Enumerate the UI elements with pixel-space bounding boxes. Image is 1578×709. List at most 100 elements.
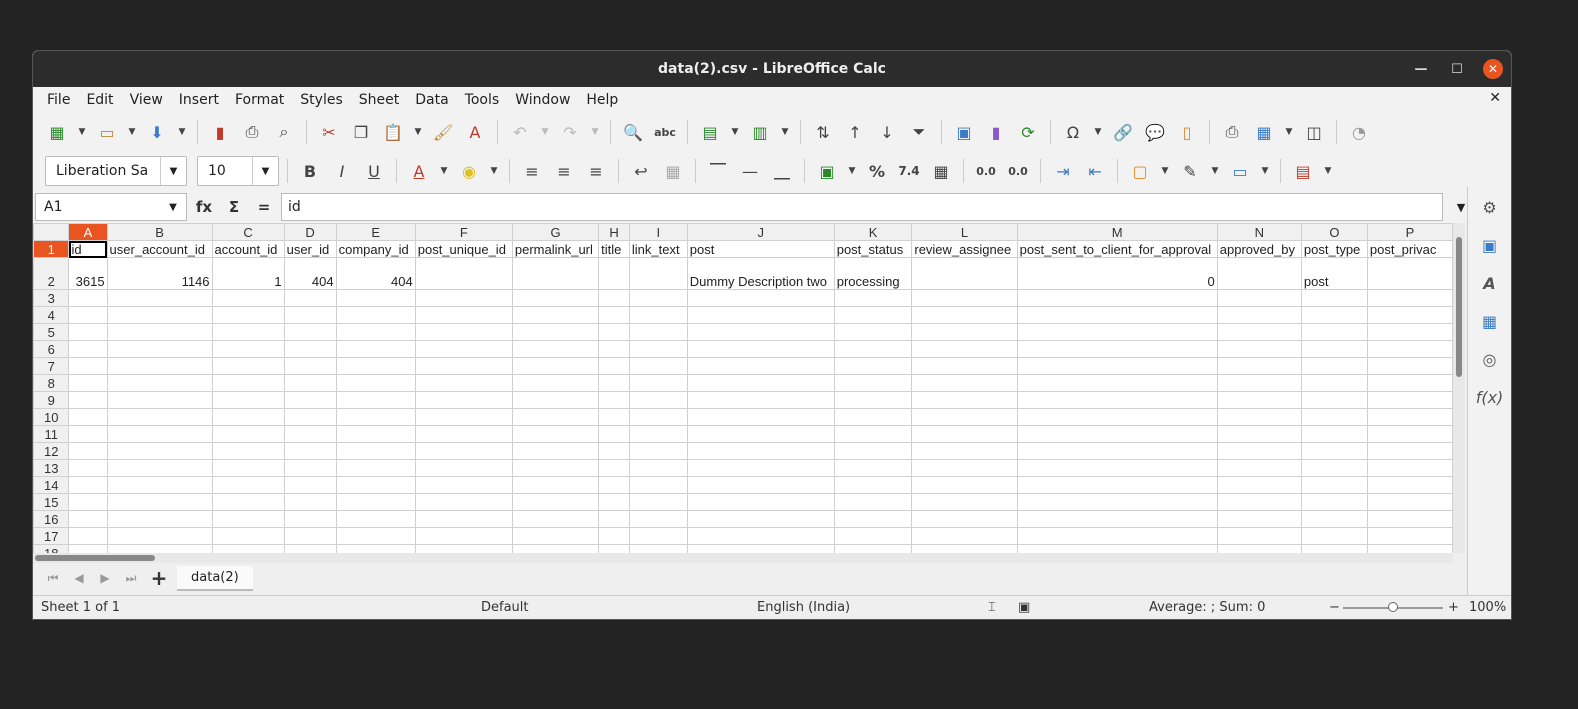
cell[interactable] — [283, 408, 337, 426]
cell[interactable] — [598, 493, 630, 511]
cell[interactable] — [68, 340, 108, 358]
cell[interactable] — [68, 527, 108, 545]
row-header[interactable]: 1 — [33, 240, 70, 258]
cell[interactable] — [1366, 357, 1453, 375]
cell[interactable] — [628, 476, 688, 494]
spelling-icon[interactable]: abc — [651, 118, 679, 146]
row-header[interactable]: 6 — [33, 340, 70, 358]
cell[interactable]: post_unique_id — [414, 240, 513, 258]
column-header[interactable]: E — [335, 223, 416, 241]
name-box[interactable]: A1 ▼ — [35, 193, 187, 221]
cell[interactable] — [1216, 476, 1302, 494]
cell[interactable] — [106, 442, 213, 460]
cell[interactable] — [598, 391, 630, 409]
cell[interactable] — [628, 493, 688, 511]
border-color-dropdown-icon[interactable]: ▼ — [1258, 157, 1272, 185]
cell[interactable] — [511, 306, 600, 324]
undo-dropdown-icon[interactable]: ▼ — [538, 118, 552, 146]
cell[interactable] — [511, 340, 600, 358]
special-character-icon[interactable]: Ω — [1059, 118, 1087, 146]
cell[interactable] — [628, 510, 688, 528]
bold-icon[interactable]: B — [296, 157, 324, 185]
cell[interactable] — [335, 289, 416, 307]
column-header[interactable]: O — [1300, 223, 1368, 241]
cell[interactable] — [598, 340, 630, 358]
sort-ascending-icon[interactable]: ↑ — [841, 118, 869, 146]
cell[interactable] — [414, 306, 513, 324]
cell[interactable] — [598, 323, 630, 341]
cell[interactable]: post_sent_to_client_for_approval — [1016, 240, 1218, 258]
cell[interactable] — [511, 374, 600, 392]
close-window-button[interactable]: ✕ — [1483, 59, 1503, 79]
cell[interactable] — [1216, 493, 1302, 511]
cell[interactable] — [414, 391, 513, 409]
cell[interactable] — [833, 408, 913, 426]
cell[interactable] — [598, 289, 630, 307]
cell[interactable] — [1366, 306, 1453, 324]
cell[interactable] — [911, 374, 1018, 392]
cell[interactable] — [211, 374, 285, 392]
row-header[interactable]: 9 — [33, 391, 70, 409]
horizontal-scrollbar[interactable] — [33, 553, 1453, 563]
cell[interactable] — [911, 323, 1018, 341]
cell[interactable] — [211, 323, 285, 341]
cell[interactable] — [1300, 340, 1368, 358]
properties-icon[interactable]: ⚙ — [1478, 195, 1502, 219]
cell[interactable] — [335, 493, 416, 511]
cell[interactable] — [598, 476, 630, 494]
cell[interactable] — [1016, 476, 1218, 494]
cell[interactable] — [911, 527, 1018, 545]
column-icon[interactable]: ▥ — [746, 118, 774, 146]
menu-format[interactable]: Format — [227, 92, 292, 108]
cell[interactable] — [1366, 425, 1453, 443]
cell[interactable] — [68, 459, 108, 477]
cell[interactable] — [68, 374, 108, 392]
page-style-text[interactable]: Default — [481, 600, 529, 615]
border-style-dropdown-icon[interactable]: ▼ — [1208, 157, 1222, 185]
cell[interactable] — [335, 544, 416, 553]
cell[interactable] — [335, 306, 416, 324]
cell[interactable] — [598, 257, 630, 290]
wrap-text-icon[interactable]: ↩ — [627, 157, 655, 185]
cell[interactable] — [283, 323, 337, 341]
cell[interactable] — [511, 357, 600, 375]
cell[interactable] — [1016, 391, 1218, 409]
cell[interactable] — [414, 544, 513, 553]
undo-icon[interactable]: ↶ — [506, 118, 534, 146]
cell[interactable] — [414, 476, 513, 494]
cell[interactable] — [511, 391, 600, 409]
clear-formatting-icon[interactable]: A — [461, 118, 489, 146]
cell[interactable] — [1300, 510, 1368, 528]
cell[interactable] — [1216, 257, 1302, 290]
cell[interactable] — [1366, 323, 1453, 341]
cell[interactable] — [1016, 323, 1218, 341]
row-header[interactable]: 7 — [33, 357, 70, 375]
print-icon[interactable]: ⎙ — [238, 118, 266, 146]
cell[interactable] — [598, 459, 630, 477]
cell[interactable] — [911, 408, 1018, 426]
cell[interactable] — [106, 391, 213, 409]
cell[interactable]: review_assignee — [911, 240, 1018, 258]
cell[interactable] — [106, 493, 213, 511]
cell[interactable] — [283, 391, 337, 409]
paste-icon[interactable]: 📋 — [379, 118, 407, 146]
cell[interactable] — [911, 391, 1018, 409]
cell[interactable] — [283, 442, 337, 460]
cell[interactable] — [911, 357, 1018, 375]
cut-icon[interactable]: ✂ — [315, 118, 343, 146]
cell[interactable] — [1016, 527, 1218, 545]
column-dropdown-icon[interactable]: ▼ — [778, 118, 792, 146]
cell[interactable] — [686, 476, 835, 494]
cell[interactable] — [511, 544, 600, 553]
menu-insert[interactable]: Insert — [171, 92, 227, 108]
cell[interactable] — [283, 340, 337, 358]
row-header[interactable]: 15 — [33, 493, 70, 511]
zoom-out-icon[interactable]: − — [1329, 600, 1340, 615]
cell[interactable] — [686, 323, 835, 341]
cell[interactable]: post — [1300, 257, 1368, 290]
cell[interactable] — [1300, 357, 1368, 375]
insert-image-icon[interactable]: ▣ — [950, 118, 978, 146]
cell[interactable] — [833, 544, 913, 553]
cell[interactable] — [211, 527, 285, 545]
cell[interactable] — [833, 306, 913, 324]
